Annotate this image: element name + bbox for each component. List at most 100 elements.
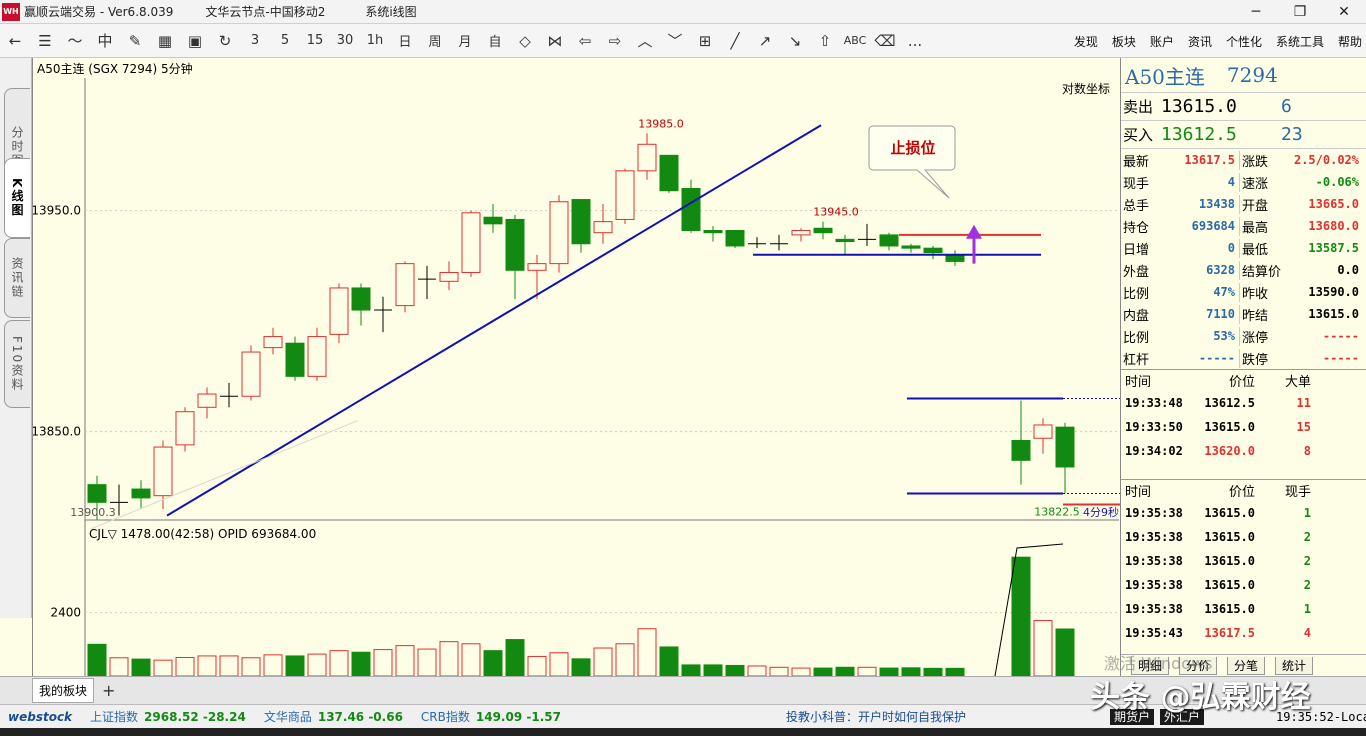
eraser-icon[interactable]: ⌫: [870, 26, 900, 56]
candle-body: [879, 234, 899, 247]
period-week-button[interactable]: 周: [420, 26, 450, 56]
price-annotation: 13945.0: [813, 206, 859, 219]
price-annotation: 13985.0: [638, 117, 684, 130]
tick-time: 19:35:43: [1125, 626, 1183, 640]
period-custom-button[interactable]: 自: [480, 26, 510, 56]
ask-row[interactable]: 卖出 13615.0 6: [1121, 92, 1366, 120]
chart-header[interactable]: A50主连 (SGX 7294) 5分钟: [37, 60, 193, 77]
tick-col: 价位: [1228, 485, 1255, 500]
stat-value: 7110: [1206, 307, 1235, 321]
tick-row[interactable]: 19:35:38 13615.0 1: [1121, 597, 1366, 621]
tab-kline[interactable]: K线图: [4, 158, 30, 238]
period-day-button[interactable]: 日: [390, 26, 420, 56]
tick-time: 19:35:38: [1125, 554, 1183, 568]
tab-news-chain[interactable]: 资讯链: [4, 238, 30, 318]
candle-body: [153, 446, 173, 497]
volume-bar: [373, 649, 393, 676]
period-30m-button[interactable]: 30: [330, 26, 360, 56]
period-5m-button[interactable]: 5: [270, 26, 300, 56]
volume-bar: [681, 664, 701, 676]
period-15m-button[interactable]: 15: [300, 26, 330, 56]
minimize-icon[interactable]: ─: [1234, 0, 1278, 24]
menu-sectors[interactable]: 板块: [1112, 33, 1136, 50]
tick-time: 19:33:48: [1125, 396, 1183, 410]
text-tool-button[interactable]: ABC: [840, 26, 870, 56]
grid-icon[interactable]: ▦: [150, 26, 180, 56]
menu-news[interactable]: 资讯: [1188, 33, 1212, 50]
menu-personalize[interactable]: 个性化: [1226, 33, 1262, 50]
add-block-icon[interactable]: +: [102, 681, 115, 700]
candle-body: [527, 263, 547, 271]
tab-f10[interactable]: F10资料: [4, 320, 30, 408]
stat-label: 昨收: [1239, 282, 1289, 302]
left-tab-strip: 分时图 K线图 资讯链 F10资料: [0, 58, 32, 618]
candle-body: [681, 188, 701, 231]
list-icon[interactable]: ☰: [30, 26, 60, 56]
bid-row[interactable]: 买入 13612.5 23: [1121, 120, 1366, 148]
menu-account[interactable]: 账户: [1150, 33, 1174, 50]
diamond-left-icon[interactable]: ◇: [510, 26, 540, 56]
save-icon[interactable]: ▣: [180, 26, 210, 56]
tick-volume: 2: [1303, 578, 1311, 592]
chevron-double-down-icon[interactable]: ﹀: [660, 26, 690, 56]
menu-help[interactable]: 帮助: [1338, 33, 1362, 50]
big-order-row[interactable]: 19:33:50 13615.0 15: [1121, 415, 1366, 439]
big-order-row[interactable]: 19:34:02 13620.0 8: [1121, 439, 1366, 463]
stat-label: 最高: [1239, 216, 1289, 236]
line-tool-icon[interactable]: ╱: [720, 26, 750, 56]
stat-value: 13680.0: [1308, 219, 1359, 233]
arrow-right-icon[interactable]: ⇨: [600, 26, 630, 56]
candle-body: [1055, 426, 1075, 468]
stat-label: 现手: [1123, 176, 1150, 192]
app-logo-icon: WH: [2, 2, 20, 21]
pencil-chart-icon[interactable]: ✎: [120, 26, 150, 56]
tick-row[interactable]: 19:35:38 13615.0 2: [1121, 573, 1366, 597]
brand-logo: webstock: [8, 709, 73, 724]
index-sse[interactable]: 上证指数 2968.52 -28.24: [90, 708, 246, 725]
bowtie-icon[interactable]: ⋈: [540, 26, 570, 56]
ray-tool-icon[interactable]: ↗: [750, 26, 780, 56]
arrow-left-icon[interactable]: ⇦: [570, 26, 600, 56]
tick-row[interactable]: 19:35:43 13617.5 4: [1121, 621, 1366, 645]
line-chart-icon[interactable]: 〜: [60, 26, 90, 56]
tab-my-blocks[interactable]: 我的板块: [32, 678, 95, 703]
restore-icon[interactable]: ❐: [1278, 0, 1322, 24]
watermark: 头条 @弘霖财经: [1090, 680, 1311, 715]
menu-discover[interactable]: 发现: [1074, 33, 1098, 50]
tick-volume: 8: [1303, 444, 1311, 458]
candle-icon[interactable]: 中: [90, 26, 120, 56]
kline-chart[interactable]: 13950.0 13850.0 2400 止损位 13985.0 13945.0 1382…: [33, 58, 1121, 676]
ray-down-tool-icon[interactable]: ↘: [780, 26, 810, 56]
stat-value: 4: [1227, 175, 1235, 189]
price-tick-label: 13850.0: [33, 425, 81, 439]
tick-row[interactable]: 19:35:38 13615.0 1: [1121, 501, 1366, 525]
stat-row: 总手 13438 开盘 13665.0: [1121, 193, 1366, 215]
log-coord-toggle[interactable]: 对数坐标: [1062, 80, 1110, 97]
close-icon[interactable]: ✕: [1322, 0, 1366, 24]
chevron-up-icon[interactable]: ︿: [630, 26, 660, 56]
index-wenhua[interactable]: 文华商品 137.46 -0.66: [264, 708, 403, 725]
stat-value: 13617.5: [1184, 153, 1235, 167]
stop-arrow-icon: [966, 224, 982, 239]
volume-bar: [1011, 556, 1031, 676]
tick-time: 19:34:02: [1125, 444, 1183, 458]
chart-area[interactable]: 13950.0 13850.0 2400 止损位 13985.0 13945.0 1382…: [32, 58, 1121, 676]
more-tools-icon[interactable]: ...: [900, 26, 930, 56]
period-3m-button[interactable]: 3: [240, 26, 270, 56]
candle-body: [131, 488, 151, 499]
up-arrow-tool-icon[interactable]: ⇧: [810, 26, 840, 56]
period-1h-button[interactable]: 1h: [360, 26, 390, 56]
back-arrow-icon[interactable]: ←: [0, 26, 30, 56]
index-crb[interactable]: CRB指数 149.09 -1.57: [421, 708, 561, 725]
education-tip[interactable]: 投教小科普：开户时如何自我保护: [786, 708, 966, 725]
period-month-button[interactable]: 月: [450, 26, 480, 56]
volume-bar: [307, 653, 327, 676]
big-order-row[interactable]: 19:33:48 13612.5 11: [1121, 391, 1366, 415]
tick-row[interactable]: 19:35:38 13615.0 2: [1121, 525, 1366, 549]
refresh-icon[interactable]: ↻: [210, 26, 240, 56]
tick-col: 时间: [1125, 485, 1152, 500]
stat-label: 跌停: [1239, 348, 1289, 368]
menu-system-tools[interactable]: 系统工具: [1276, 33, 1324, 50]
tick-row[interactable]: 19:35:38 13615.0 2: [1121, 549, 1366, 573]
layout-icon[interactable]: ⊞: [690, 26, 720, 56]
